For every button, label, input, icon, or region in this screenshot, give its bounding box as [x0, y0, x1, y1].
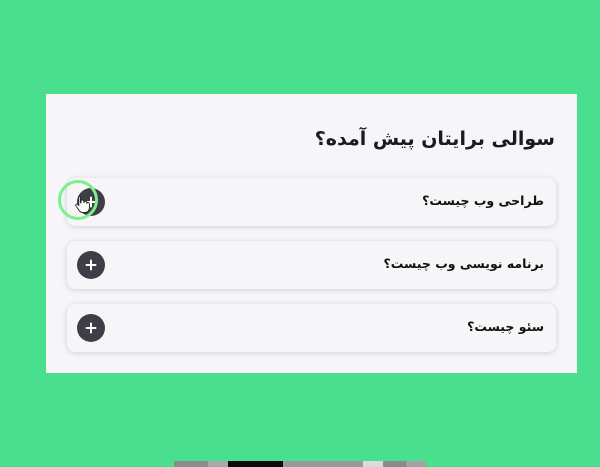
plus-icon — [85, 259, 97, 271]
expand-button[interactable] — [77, 251, 105, 279]
faq-item-seo[interactable]: سئو چیست؟ — [67, 304, 556, 352]
faq-panel: سوالی برایتان پیش آمده؟ طراحی وب چیست؟ ب… — [46, 94, 577, 373]
faq-question[interactable]: سئو چیست؟ — [467, 319, 544, 334]
taskbar-strip — [174, 461, 426, 467]
faq-question[interactable]: برنامه نویسی وب چیست؟ — [384, 256, 544, 271]
expand-button[interactable] — [77, 314, 105, 342]
faq-item-web-design[interactable]: طراحی وب چیست؟ — [67, 178, 556, 226]
faq-question[interactable]: طراحی وب چیست؟ — [422, 193, 544, 208]
faq-item-web-programming[interactable]: برنامه نویسی وب چیست؟ — [67, 241, 556, 289]
faq-title: سوالی برایتان پیش آمده؟ — [314, 128, 555, 150]
expand-button[interactable] — [77, 188, 105, 216]
plus-icon — [85, 322, 97, 334]
plus-icon — [85, 196, 97, 208]
